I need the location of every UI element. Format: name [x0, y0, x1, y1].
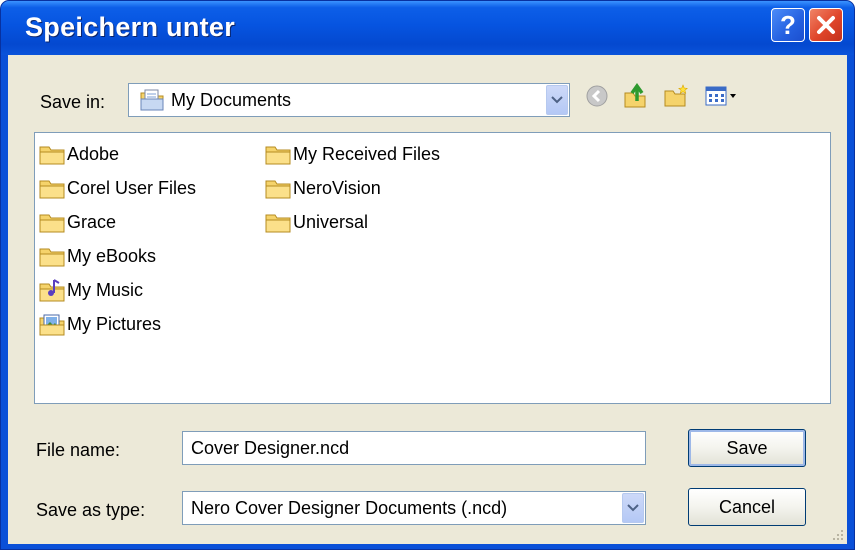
list-item[interactable]: My Received Files	[265, 141, 440, 167]
save-as-type-dropdown[interactable]: Nero Cover Designer Documents (.ncd)	[182, 491, 646, 525]
list-item[interactable]: My Music	[39, 277, 143, 303]
file-list[interactable]: Adobe Corel User Files Grace My eBooks M…	[34, 132, 831, 404]
save-as-dialog: Speichern unter ? Save in: My Documents	[0, 0, 855, 550]
folder-icon	[265, 180, 291, 199]
dialog-title: Speichern unter	[25, 12, 236, 42]
file-name: Corel User Files	[67, 177, 197, 198]
documents-folder-icon	[140, 89, 164, 111]
file-name-label: File name:	[36, 440, 121, 460]
file-name: My Received Files	[293, 143, 441, 164]
new-folder-icon	[664, 84, 688, 107]
file-name: My Music	[67, 279, 143, 300]
music-folder-icon	[39, 279, 65, 302]
cancel-button[interactable]: Cancel	[688, 488, 806, 526]
file-name: My Pictures	[67, 313, 162, 334]
save-in-dropdown[interactable]: My Documents	[128, 83, 570, 117]
list-item[interactable]: NeroVision	[265, 175, 381, 201]
list-item[interactable]: Corel User Files	[39, 175, 196, 201]
file-name: Universal	[293, 211, 369, 232]
folder-icon	[39, 214, 65, 233]
file-name: NeroVision	[293, 177, 381, 198]
folder-icon	[265, 146, 291, 165]
file-name: My eBooks	[67, 245, 157, 266]
chevron-down-icon[interactable]	[546, 85, 568, 115]
view-menu-icon	[705, 86, 736, 106]
save-as-type-label: Save as type:	[36, 500, 146, 520]
back-button[interactable]	[584, 85, 610, 107]
save-as-type-value: Nero Cover Designer Documents (.ncd)	[191, 498, 508, 518]
up-one-level-button[interactable]	[622, 83, 650, 108]
help-button[interactable]: ?	[771, 8, 805, 42]
list-item[interactable]: My eBooks	[39, 243, 156, 269]
list-item[interactable]: Adobe	[39, 141, 119, 167]
save-in-value: My Documents	[171, 90, 292, 110]
file-name: Adobe	[67, 143, 120, 164]
view-menu-button[interactable]	[704, 85, 740, 107]
list-item[interactable]: My Pictures	[39, 311, 161, 337]
new-folder-button[interactable]	[662, 84, 690, 107]
folder-icon	[265, 214, 291, 233]
title-bar[interactable]: Speichern unter ?	[1, 1, 854, 55]
file-name-value: Cover Designer.ncd	[191, 438, 350, 458]
back-icon	[586, 85, 608, 107]
save-button[interactable]: Save	[688, 429, 806, 467]
resize-grip-icon[interactable]	[831, 528, 845, 542]
file-name-field[interactable]: Cover Designer.ncd	[182, 431, 646, 465]
up-folder-icon	[624, 83, 646, 108]
folder-icon	[39, 146, 65, 165]
list-item[interactable]: Universal	[265, 209, 368, 235]
chevron-down-icon[interactable]	[622, 493, 644, 523]
folder-icon	[39, 180, 65, 199]
list-item[interactable]: Grace	[39, 209, 116, 235]
close-button[interactable]	[809, 8, 843, 42]
file-name: Grace	[67, 211, 117, 232]
save-in-label: Save in:	[40, 92, 106, 112]
close-icon	[817, 16, 835, 34]
folder-icon	[39, 248, 65, 267]
pictures-folder-icon	[39, 314, 65, 336]
dialog-body: Save in: My Documents Adobe Corel User F…	[8, 55, 847, 544]
